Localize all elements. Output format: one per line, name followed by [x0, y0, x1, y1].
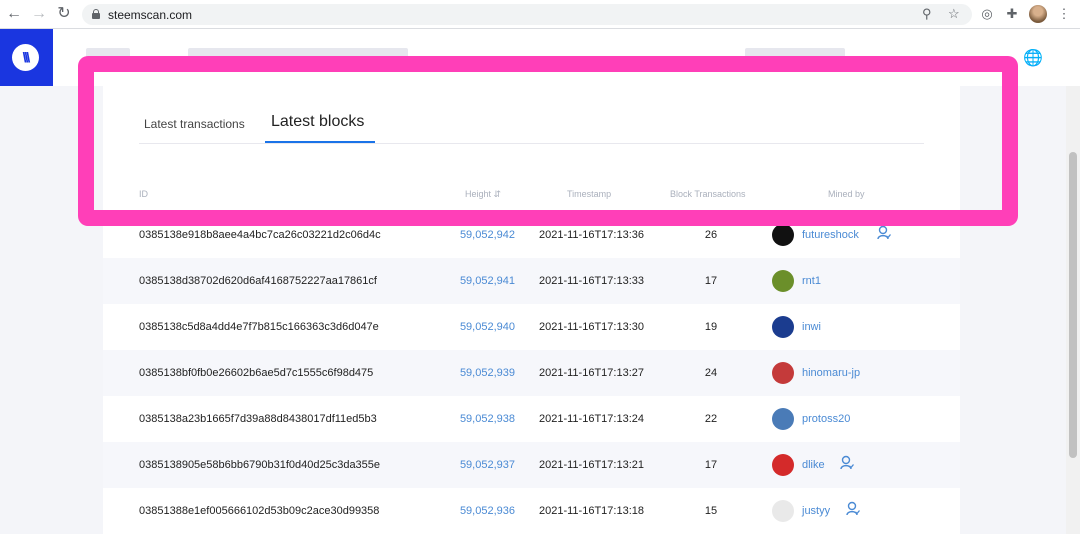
block-timestamp: 2021-11-16T17:13:33 — [539, 275, 644, 287]
miner-link[interactable]: justyy — [802, 505, 830, 517]
miner-avatar[interactable] — [772, 362, 794, 384]
miner-link[interactable]: hinomaru-jp — [802, 367, 860, 379]
block-timestamp: 2021-11-16T17:13:27 — [539, 367, 644, 379]
block-id: 0385138a23b1665f7d39a88d8438017df11ed5b3 — [139, 413, 377, 425]
block-transaction-count: 24 — [704, 367, 718, 379]
miner-link[interactable]: inwi — [802, 321, 821, 333]
scrollbar-thumb[interactable] — [1069, 152, 1077, 458]
extensions-puzzle-icon[interactable]: ✚ — [1003, 5, 1021, 23]
miner-link[interactable]: dlike — [802, 459, 825, 471]
back-icon[interactable]: ← — [4, 4, 24, 24]
miner-avatar[interactable] — [772, 270, 794, 292]
verified-witness-icon — [839, 455, 854, 471]
block-id: 0385138e918b8aee4a4bc7ca26c03221d2c06d4c — [139, 229, 381, 241]
miner-avatar[interactable] — [772, 500, 794, 522]
miner-avatar[interactable] — [772, 454, 794, 476]
lock-icon — [92, 9, 100, 19]
globe-icon[interactable]: 🌐 — [1023, 48, 1043, 68]
url-text: steemscan.com — [108, 8, 193, 22]
page-scrollbar[interactable] — [1066, 86, 1080, 534]
profile-avatar[interactable] — [1029, 5, 1047, 23]
block-height-link[interactable]: 59,052,939 — [460, 367, 515, 379]
block-transaction-count: 26 — [704, 229, 718, 241]
block-timestamp: 2021-11-16T17:13:36 — [539, 229, 644, 241]
reload-icon[interactable]: ↻ — [54, 4, 74, 24]
bookmark-star-icon[interactable]: ☆ — [948, 6, 960, 22]
table-row: 03851388e1ef005666102d53b09c2ace30d99358… — [103, 488, 960, 534]
block-transaction-count: 19 — [704, 321, 718, 333]
block-timestamp: 2021-11-16T17:13:21 — [539, 459, 644, 471]
block-height-link[interactable]: 59,052,936 — [460, 505, 515, 517]
block-timestamp: 2021-11-16T17:13:24 — [539, 413, 644, 425]
table-row: 0385138905e58b6bb6790b31f0d40d25c3da355e… — [103, 442, 960, 488]
zoom-icon[interactable]: ⚲ — [922, 6, 932, 22]
block-timestamp: 2021-11-16T17:13:18 — [539, 505, 644, 517]
miner-avatar[interactable] — [772, 316, 794, 338]
highlight-box — [78, 56, 1018, 226]
extension-gauge-icon[interactable]: ◎ — [978, 5, 996, 23]
block-transaction-count: 15 — [704, 505, 718, 517]
table-row: 0385138d38702d620d6af4168752227aa17861cf… — [103, 258, 960, 304]
block-id: 03851388e1ef005666102d53b09c2ace30d99358 — [139, 505, 380, 517]
miner-link[interactable]: rnt1 — [802, 275, 821, 287]
block-transaction-count: 17 — [704, 459, 718, 471]
block-transaction-count: 22 — [704, 413, 718, 425]
address-bar[interactable]: steemscan.com ⚲ ☆ — [82, 4, 972, 25]
block-height-link[interactable]: 59,052,940 — [460, 321, 515, 333]
block-id: 0385138c5d8a4dd4e7f7b815c166363c3d6d047e — [139, 321, 379, 333]
table-row: 0385138c5d8a4dd4e7f7b815c166363c3d6d047e… — [103, 304, 960, 350]
site-logo[interactable]: \\\ — [0, 29, 53, 86]
verified-witness-icon — [846, 501, 860, 517]
miner-avatar[interactable] — [772, 224, 794, 246]
forward-icon[interactable]: → — [29, 4, 49, 24]
block-id: 0385138905e58b6bb6790b31f0d40d25c3da355e — [139, 459, 381, 471]
verified-witness-icon — [877, 225, 892, 241]
miner-avatar[interactable] — [772, 408, 794, 430]
block-id: 0385138bf0fb0e26602b6ae5d7c1555c6f98d475 — [139, 367, 374, 379]
miner-link[interactable]: futureshock — [802, 229, 859, 241]
block-height-link[interactable]: 59,052,938 — [460, 413, 515, 425]
block-transaction-count: 17 — [704, 275, 718, 287]
browser-menu-icon[interactable]: ⋮ — [1055, 5, 1073, 23]
block-height-link[interactable]: 59,052,937 — [460, 459, 515, 471]
block-timestamp: 2021-11-16T17:13:30 — [539, 321, 644, 333]
table-row: 0385138a23b1665f7d39a88d8438017df11ed5b3… — [103, 396, 960, 442]
block-height-link[interactable]: 59,052,941 — [460, 275, 515, 287]
block-id: 0385138d38702d620d6af4168752227aa17861cf — [139, 275, 377, 287]
steem-logo-icon: \\\ — [12, 44, 39, 71]
browser-toolbar: ← → ↻ steemscan.com ⚲ ☆ ◎ ✚ ⋮ — [0, 0, 1080, 29]
miner-link[interactable]: protoss20 — [802, 413, 850, 425]
block-height-link[interactable]: 59,052,942 — [460, 229, 515, 241]
table-row: 0385138bf0fb0e26602b6ae5d7c1555c6f98d475… — [103, 350, 960, 396]
